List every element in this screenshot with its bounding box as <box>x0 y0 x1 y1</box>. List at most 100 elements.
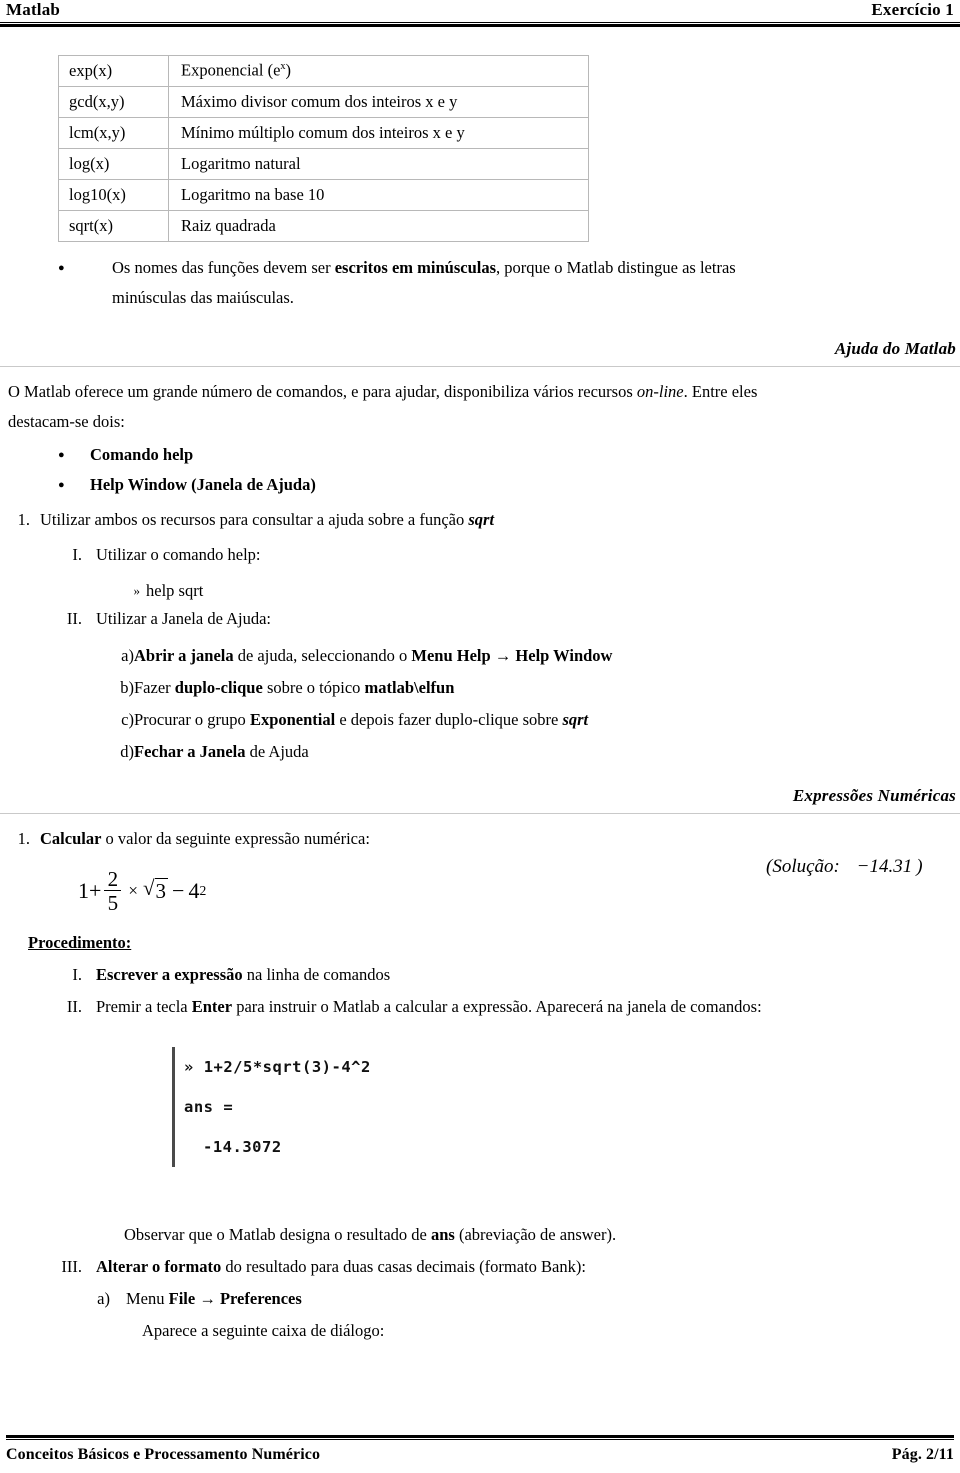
expr-step-I-plain: na linha de comandos <box>242 965 391 984</box>
help-bullet-0-text: Comando help <box>90 445 194 464</box>
step-d-plain1: de Ajuda <box>245 742 309 761</box>
expr-step-II-plain0: Premir a tecla <box>96 997 192 1016</box>
footer-rule <box>6 1435 954 1440</box>
math-base: 4 <box>188 877 200 903</box>
console-line-result: -14.3072 <box>203 1138 282 1156</box>
help-list-item-1: 1. Utilizar ambos os recursos para consu… <box>8 505 948 535</box>
section-rule-expressions <box>0 813 960 814</box>
table-row: exp(x) Exponencial (ex) <box>58 55 589 87</box>
function-desc-cell: Máximo divisor comum dos inteiros x e y <box>168 86 589 118</box>
solution-label: (Solução: <box>766 856 840 877</box>
help-bullet-label: Help Window (Janela de Ajuda) <box>68 470 558 500</box>
expr-step-I-text: Escrever a expressão na linha de comando… <box>82 960 932 990</box>
note-part2: , porque o Matlab distingue as letras <box>496 258 736 277</box>
header-left-title: Matlab <box>6 0 61 19</box>
solution-note: (Solução: −14.31) <box>766 855 923 879</box>
help-intro-part2: . Entre eles <box>683 382 758 401</box>
table-row: lcm(x,y) Mínimo múltiplo comum dos intei… <box>58 117 589 149</box>
help-step-b-text: Fazer duplo-clique sobre o tópico matlab… <box>134 673 956 703</box>
observation-post: (abreviação de answer). <box>454 1225 617 1244</box>
procedure-label-text: Procedimento: <box>28 933 132 952</box>
list-marker: I. <box>72 965 82 984</box>
note-bullet-item: ● Os nomes das funções devem ser escrito… <box>58 253 958 283</box>
expr-step-II-plain1: para instruir o Matlab a calcular a expr… <box>232 997 762 1016</box>
help-item-1-function: sqrt <box>468 510 495 529</box>
expr-step-a-preferences: a) Menu File → Preferences <box>88 1284 888 1314</box>
help-bullet-label: Comando help <box>68 440 558 470</box>
math-square-root: √ 3 <box>143 876 169 903</box>
expr-item-1-plain: o valor da seguinte expressão numérica: <box>101 829 370 848</box>
expr-step-III-bold: Alterar o formato <box>96 1257 222 1276</box>
footer-right-page: Pág. 2/11 <box>891 1446 954 1463</box>
function-desc-cell: Exponencial (ex) <box>168 55 589 87</box>
list-marker: d) <box>120 742 134 761</box>
table-row: sqrt(x) Raiz quadrada <box>58 210 589 242</box>
step-b-plain1: sobre o tópico <box>262 678 365 697</box>
step-b-bold1: duplo-clique <box>174 678 263 697</box>
expr-item-1-bold: Calcular <box>40 829 102 848</box>
step-d-bold1: Fechar a Janela <box>134 742 246 761</box>
list-marker: c) <box>121 710 134 729</box>
step-a-plain1: de ajuda, seleccionando o <box>233 646 412 665</box>
arrow-icon: → <box>494 646 512 665</box>
function-name-cell: exp(x) <box>58 55 169 87</box>
step-b-plain0: Fazer <box>134 678 175 697</box>
expr-list-item-1: 1. Calcular o valor da seguinte expressã… <box>8 824 708 854</box>
dialog-note: Aparece a seguinte caixa de diálogo: <box>142 1321 385 1340</box>
math-exponent: 2 <box>199 882 207 898</box>
math-times-operator: × <box>128 880 139 900</box>
help-subitem-I: I. Utilizar o comando help: <box>52 540 952 570</box>
list-marker: II. <box>66 609 82 628</box>
help-command-text: help sqrt <box>146 581 204 600</box>
step-a-bold2: Menu Help <box>411 646 491 665</box>
list-marker: II. <box>66 997 82 1016</box>
list-marker: 1. <box>17 510 30 529</box>
arrow-icon: → <box>199 1289 216 1308</box>
help-step-a: a) Abrir a janela de ajuda, seleccionand… <box>116 641 956 671</box>
desc-text-pre: Exponencial (e <box>181 60 281 80</box>
header-right-title: Exercício 1 <box>871 0 954 19</box>
console-prompt-icon: » <box>184 1058 194 1076</box>
help-step-b: b) Fazer duplo-clique sobre o tópico mat… <box>116 673 956 703</box>
radical-icon: √ <box>143 876 155 901</box>
help-intro-line2: destacam-se dois: <box>8 412 125 431</box>
expr-step-III: III. Alterar o formato do resultado para… <box>42 1252 942 1282</box>
prompt-icon: » <box>133 583 141 598</box>
list-marker: a) <box>97 1289 110 1308</box>
function-name-cell: gcd(x,y) <box>58 86 169 118</box>
expr-step-I: I. Escrever a expressão na linha de coma… <box>52 960 932 990</box>
footer-row: Conceitos Básicos e Processamento Numéri… <box>6 1445 954 1465</box>
math-lead: 1+ <box>78 877 102 903</box>
math-denominator: 5 <box>107 891 119 915</box>
expr-step-II-bold: Enter <box>191 997 233 1016</box>
procedure-label: Procedimento: <box>28 928 131 958</box>
matlab-console-output: » 1+2/5*sqrt(3)-4^2 ans = -14.3072 <box>172 1047 371 1167</box>
bullet-icon: ● <box>58 262 65 274</box>
bullet-icon: ● <box>58 479 65 491</box>
math-expression: 1+ 2 5 × √ 3 − 42 <box>78 867 207 915</box>
page-header: Matlab Exercício 1 <box>0 0 960 30</box>
table-row: gcd(x,y) Máximo divisor comum dos inteir… <box>58 86 589 118</box>
function-desc-cell: Logaritmo natural <box>168 148 589 180</box>
help-intro-part1: O Matlab oferece um grande número de com… <box>8 382 637 401</box>
math-numerator: 2 <box>107 867 119 891</box>
solution-value: −14.31 <box>856 856 913 877</box>
help-command-line: » help sqrt <box>128 576 628 606</box>
desc-text-post: ) <box>285 60 292 80</box>
list-marker: I. <box>72 545 82 564</box>
help-subitem-I-text: Utilizar o comando help: <box>96 545 261 564</box>
note-bold1: escritos em minúsculas <box>334 258 497 277</box>
function-name-cell: lcm(x,y) <box>58 117 169 149</box>
step-a-bold3: Help Window <box>515 646 613 665</box>
expr-step-a-bold2: Preferences <box>219 1289 302 1308</box>
bullet-icon: ● <box>58 449 65 461</box>
list-marker: b) <box>120 678 134 697</box>
function-desc-cell: Logaritmo na base 10 <box>168 179 589 211</box>
expr-item-1-text: Calcular o valor da seguinte expressão n… <box>30 824 708 854</box>
expr-step-III-plain: do resultado para duas casas decimais (f… <box>221 1257 586 1276</box>
table-row: log10(x) Logaritmo na base 10 <box>58 179 589 211</box>
function-desc-cell: Raiz quadrada <box>168 210 589 242</box>
help-step-d: d) Fechar a Janela de Ajuda <box>116 737 956 767</box>
help-step-a-text: Abrir a janela de ajuda, seleccionando o… <box>134 641 956 671</box>
expr-step-III-text: Alterar o formato do resultado para duas… <box>82 1252 942 1282</box>
